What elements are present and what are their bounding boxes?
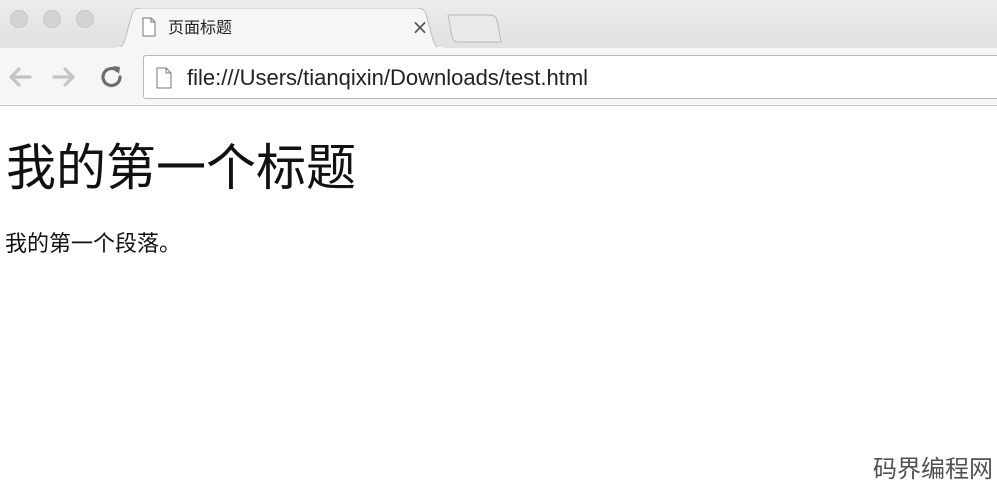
page-paragraph: 我的第一个段落。 <box>5 232 182 257</box>
new-tab-button[interactable] <box>446 14 502 44</box>
tab-active[interactable]: 页面标题 × <box>114 8 444 49</box>
watermark-text: 码界编程网 <box>873 455 993 483</box>
url-text[interactable]: file:///Users/tianqixin/Downloads/test.h… <box>187 65 588 91</box>
reload-icon[interactable] <box>98 63 126 91</box>
address-bar[interactable]: file:///Users/tianqixin/Downloads/test.h… <box>143 55 997 99</box>
tab-background <box>114 8 444 49</box>
tab-title: 页面标题 <box>168 18 233 37</box>
browser-window: 页面标题 × file:///Users/tianqixin/Downloads… <box>0 0 997 490</box>
window-zoom-dot[interactable] <box>76 10 94 28</box>
page-icon <box>156 67 172 89</box>
page-heading: 我的第一个标题 <box>6 139 356 197</box>
page-icon <box>142 17 156 37</box>
page-content: 我的第一个标题 我的第一个段落。 码界编程网 <box>0 107 997 490</box>
window-close-dot[interactable] <box>10 10 28 28</box>
tab-strip: 页面标题 × <box>0 0 997 49</box>
window-minimize-dot[interactable] <box>43 10 61 28</box>
toolbar: file:///Users/tianqixin/Downloads/test.h… <box>0 48 997 106</box>
arrow-right-icon[interactable] <box>50 63 78 91</box>
arrow-left-icon[interactable] <box>6 63 34 91</box>
tab-close-icon[interactable]: × <box>410 17 430 37</box>
